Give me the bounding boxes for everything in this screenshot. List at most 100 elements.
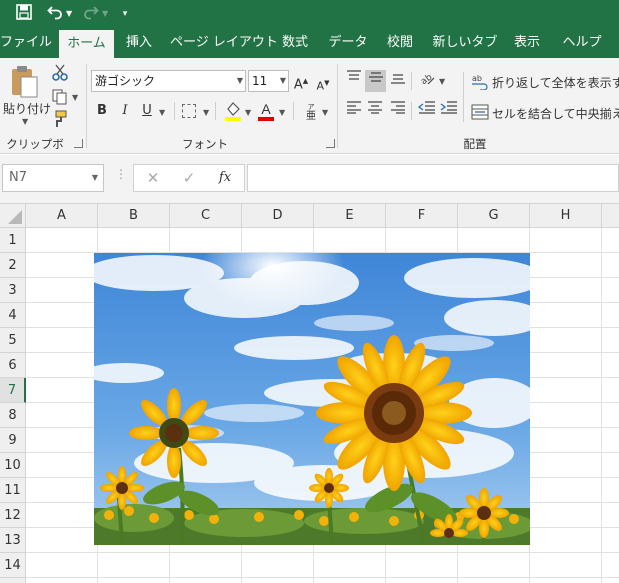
row-header-2[interactable]: 2	[0, 253, 26, 278]
formula-input[interactable]	[247, 164, 619, 192]
font-size-value: 11	[252, 74, 268, 88]
font-color-dropdown-icon[interactable]: ▼	[279, 108, 285, 117]
separator	[337, 64, 338, 148]
paste-dropdown-icon[interactable]: ▼	[22, 117, 28, 126]
column-header-h[interactable]: H	[530, 204, 602, 228]
column-header-c[interactable]: C	[170, 204, 242, 228]
row-header-4[interactable]: 4	[0, 303, 26, 328]
tab-review[interactable]: 校閲	[381, 28, 419, 58]
column-header-i[interactable]	[602, 204, 619, 228]
tab-file[interactable]: ファイル	[0, 28, 52, 58]
row-header-8[interactable]: 8	[0, 403, 26, 428]
wrap-text-button[interactable]: 折り返して全体を表示する	[492, 74, 619, 91]
row-header-11[interactable]: 11	[0, 478, 26, 503]
row-header-9[interactable]: 9	[0, 428, 26, 453]
wrap-text-icon[interactable]: ab	[471, 72, 489, 91]
tab-formulas[interactable]: 数式	[276, 28, 314, 58]
svg-text:A: A	[261, 101, 271, 117]
tab-home[interactable]: ホーム	[59, 30, 114, 58]
column-header-e[interactable]: E	[314, 204, 386, 228]
merge-center-button[interactable]: セルを結合して中央揃え	[492, 105, 619, 122]
row-header-12[interactable]: 12	[0, 503, 26, 528]
copy-dropdown-icon[interactable]: ▼	[72, 93, 78, 102]
cut-icon[interactable]	[51, 64, 69, 82]
shrink-font-button[interactable]: A▼	[315, 72, 331, 94]
font-color-icon[interactable]: A	[257, 100, 275, 122]
customize-qat-icon[interactable]: ▾	[114, 4, 136, 24]
phonetic-dropdown-icon[interactable]: ▼	[322, 108, 328, 117]
enter-icon[interactable]: ✓	[176, 165, 202, 191]
insert-function-icon[interactable]: fx	[212, 165, 238, 191]
redo-dropdown-icon[interactable]: ▼	[102, 4, 112, 24]
column-header-f[interactable]: F	[386, 204, 458, 228]
undo-dropdown-icon[interactable]: ▼	[66, 4, 76, 24]
chevron-down-icon: ▼	[279, 76, 286, 85]
row-header-10[interactable]: 10	[0, 453, 26, 478]
align-center-button[interactable]	[365, 100, 385, 122]
name-box[interactable]: N7 ▼	[2, 164, 104, 192]
increase-indent-button[interactable]	[439, 100, 459, 122]
separator	[463, 72, 464, 122]
separator	[411, 102, 412, 120]
row-header-1[interactable]: 1	[0, 228, 26, 253]
align-middle-button[interactable]	[365, 70, 386, 92]
orientation-icon[interactable]: ab	[417, 70, 437, 92]
tab-view[interactable]: 表示	[508, 28, 546, 58]
chevron-down-icon: ▼	[236, 76, 243, 85]
select-all-corner[interactable]	[0, 204, 26, 228]
sunflower-picture[interactable]	[94, 253, 530, 545]
align-right-button[interactable]	[388, 100, 408, 122]
merge-center-icon[interactable]	[471, 104, 489, 120]
align-top-button[interactable]	[344, 70, 364, 92]
fill-color-dropdown-icon[interactable]: ▼	[245, 108, 251, 117]
column-header-g[interactable]: G	[458, 204, 530, 228]
decrease-indent-button[interactable]	[417, 100, 437, 122]
tab-insert[interactable]: 挿入	[119, 28, 159, 58]
bold-button[interactable]: B	[94, 100, 110, 122]
column-header-d[interactable]: D	[242, 204, 314, 228]
gridline	[601, 228, 602, 583]
paste-icon[interactable]	[8, 64, 40, 100]
row-header-15[interactable]	[0, 578, 26, 583]
shrink-font-icon: A	[316, 79, 325, 93]
underline-dropdown-icon[interactable]: ▼	[159, 108, 165, 117]
tab-help[interactable]: ヘルプ	[558, 28, 606, 58]
tab-data[interactable]: データ	[325, 28, 371, 58]
copy-icon[interactable]	[51, 88, 69, 106]
italic-button[interactable]: I	[117, 100, 133, 122]
row-header-3[interactable]: 3	[0, 278, 26, 303]
column-header-b[interactable]: B	[98, 204, 170, 228]
font-name-select[interactable]: 游ゴシック ▼	[91, 70, 246, 92]
font-size-select[interactable]: 11 ▼	[248, 70, 289, 92]
phonetic-guide-icon[interactable]: ア亜	[302, 100, 320, 122]
tab-page-layout[interactable]: ページ レイアウト	[170, 28, 278, 58]
align-left-button[interactable]	[344, 100, 364, 122]
borders-icon[interactable]	[182, 104, 196, 118]
orientation-dropdown-icon[interactable]: ▼	[439, 77, 445, 86]
row-header-13[interactable]: 13	[0, 528, 26, 553]
row-header-5[interactable]: 5	[0, 328, 26, 353]
redo-icon[interactable]	[80, 4, 102, 24]
row-header-14[interactable]: 14	[0, 553, 26, 578]
row-header-7[interactable]: 7	[0, 378, 26, 403]
align-bottom-button[interactable]	[388, 70, 408, 92]
clipboard-launcher-icon[interactable]	[74, 139, 83, 148]
format-painter-icon[interactable]	[51, 110, 69, 128]
formula-buttons: ✕ ✓ fx	[133, 164, 245, 192]
tab-new-tab[interactable]: 新しいタブ	[431, 28, 499, 58]
row-header-6[interactable]: 6	[0, 353, 26, 378]
formula-bar-grip-icon[interactable]: ⋮	[115, 167, 127, 181]
grow-font-button[interactable]: A▲	[293, 70, 309, 92]
borders-dropdown-icon[interactable]: ▼	[203, 108, 209, 117]
underline-button[interactable]: U	[139, 100, 155, 122]
undo-icon[interactable]	[44, 4, 66, 24]
gridline	[26, 577, 619, 578]
fill-color-icon[interactable]	[224, 100, 242, 122]
column-header-a[interactable]: A	[26, 204, 98, 228]
save-icon[interactable]	[13, 4, 35, 24]
svg-text:ア: ア	[308, 103, 315, 111]
font-launcher-icon[interactable]	[326, 139, 335, 148]
grow-font-icon: A	[293, 77, 303, 93]
paste-label[interactable]: 貼り付け	[3, 100, 51, 117]
cancel-icon[interactable]: ✕	[140, 165, 166, 191]
